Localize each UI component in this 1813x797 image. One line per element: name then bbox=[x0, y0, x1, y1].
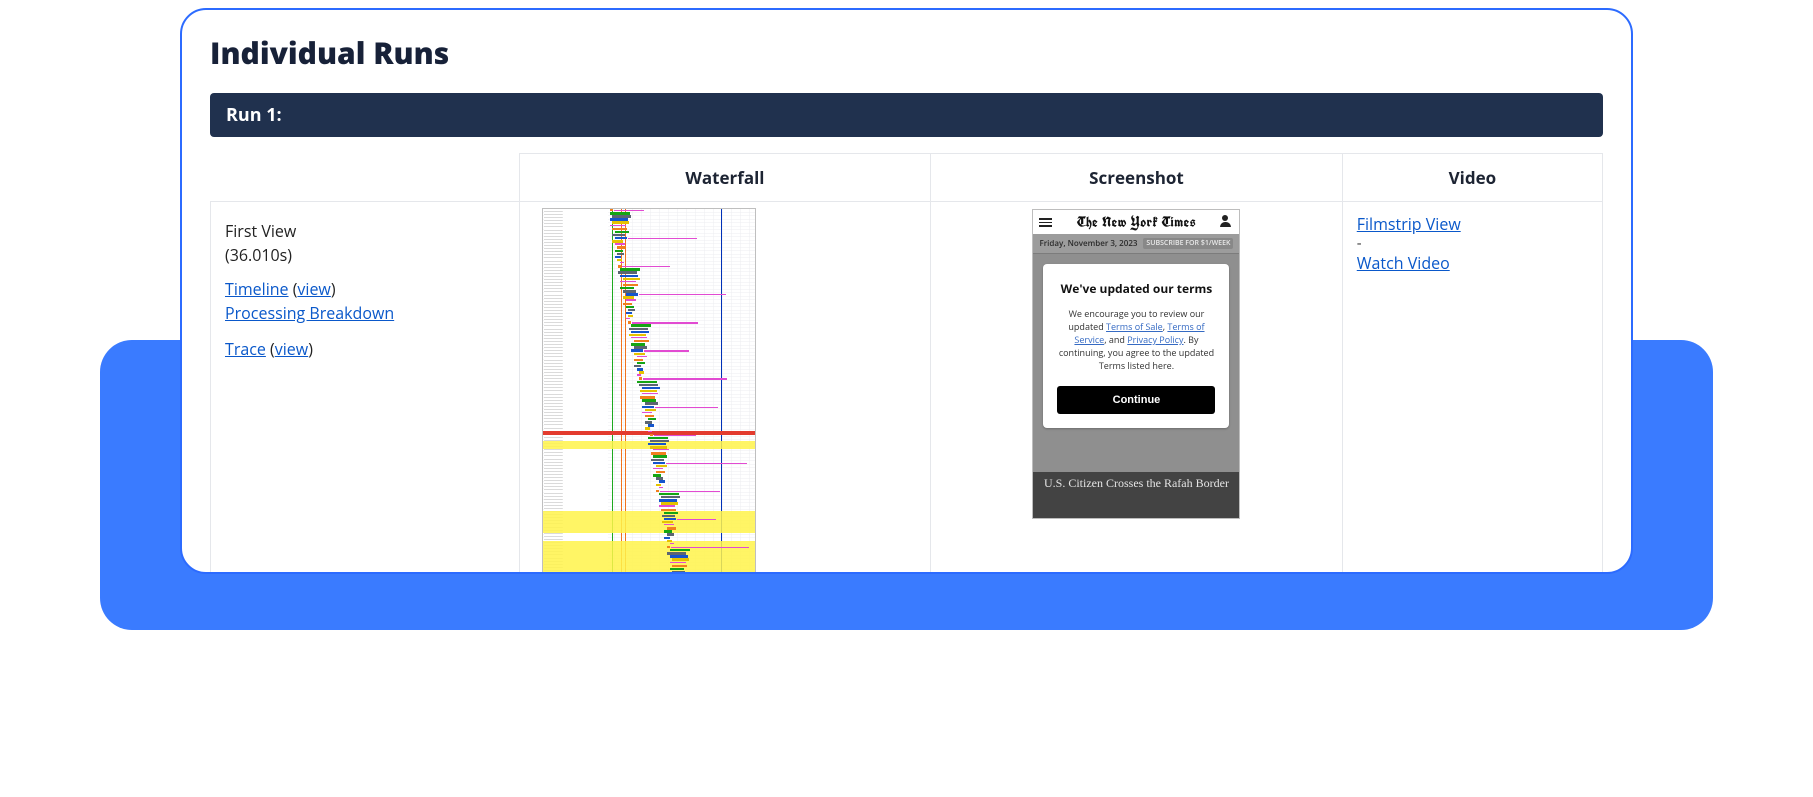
section-title: Individual Runs bbox=[210, 32, 1603, 73]
column-header-blank bbox=[211, 154, 520, 202]
timeline-link[interactable]: Timeline bbox=[225, 278, 289, 300]
privacy-policy-link: Privacy Policy bbox=[1127, 333, 1183, 346]
waterfall-thumbnail[interactable]: ────────────────────────────────────────… bbox=[542, 208, 756, 574]
page: Individual Runs Run 1: Waterfall Screens… bbox=[0, 0, 1813, 797]
article-headline: U.S. Citizen Crosses the Rafah Border bbox=[1033, 472, 1239, 518]
masthead-text: The New York Times bbox=[1077, 213, 1196, 231]
modal-body: We encourage you to review our updated T… bbox=[1057, 307, 1215, 372]
column-header-waterfall: Waterfall bbox=[519, 154, 931, 202]
timeline-view-link[interactable]: view bbox=[297, 278, 330, 300]
processing-breakdown-link[interactable]: Processing Breakdown bbox=[225, 302, 394, 324]
modal-title: We've updated our terms bbox=[1057, 280, 1215, 297]
terms-of-sale-link: Terms of Sale bbox=[1106, 320, 1163, 333]
trace-link[interactable]: Trace bbox=[225, 338, 266, 360]
first-view-time: (36.010s) bbox=[225, 244, 505, 266]
column-header-video: Video bbox=[1342, 154, 1602, 202]
terms-modal: We've updated our terms We encourage you… bbox=[1043, 264, 1229, 428]
phone-subbar: Friday, November 3, 2023 SUBSCRIBE FOR $… bbox=[1033, 234, 1239, 254]
table-row: First View (36.010s) Timeline (view) Pro… bbox=[211, 202, 1603, 575]
user-icon bbox=[1219, 215, 1231, 227]
continue-button: Continue bbox=[1057, 386, 1215, 414]
subscribe-badge: SUBSCRIBE FOR $1/WEEK bbox=[1143, 238, 1233, 249]
phone-header: The New York Times bbox=[1033, 210, 1239, 234]
trace-view-link[interactable]: view bbox=[275, 338, 308, 360]
individual-runs-card: Individual Runs Run 1: Waterfall Screens… bbox=[180, 8, 1633, 574]
hamburger-icon bbox=[1039, 216, 1052, 229]
column-header-screenshot: Screenshot bbox=[931, 154, 1343, 202]
watch-video-link[interactable]: Watch Video bbox=[1357, 252, 1450, 274]
screenshot-thumbnail[interactable]: The New York Times Friday, November 3, 2… bbox=[1033, 210, 1239, 518]
filmstrip-view-link[interactable]: Filmstrip View bbox=[1357, 213, 1461, 235]
video-separator: - bbox=[1357, 236, 1588, 251]
run-header-bar: Run 1: bbox=[210, 93, 1603, 137]
phone-date: Friday, November 3, 2023 bbox=[1039, 238, 1137, 249]
highlight-band-2 bbox=[543, 511, 755, 533]
runs-table: Waterfall Screenshot Video First View (3… bbox=[210, 153, 1603, 574]
first-view-label: First View bbox=[225, 220, 505, 242]
highlight-band-3 bbox=[543, 541, 755, 574]
